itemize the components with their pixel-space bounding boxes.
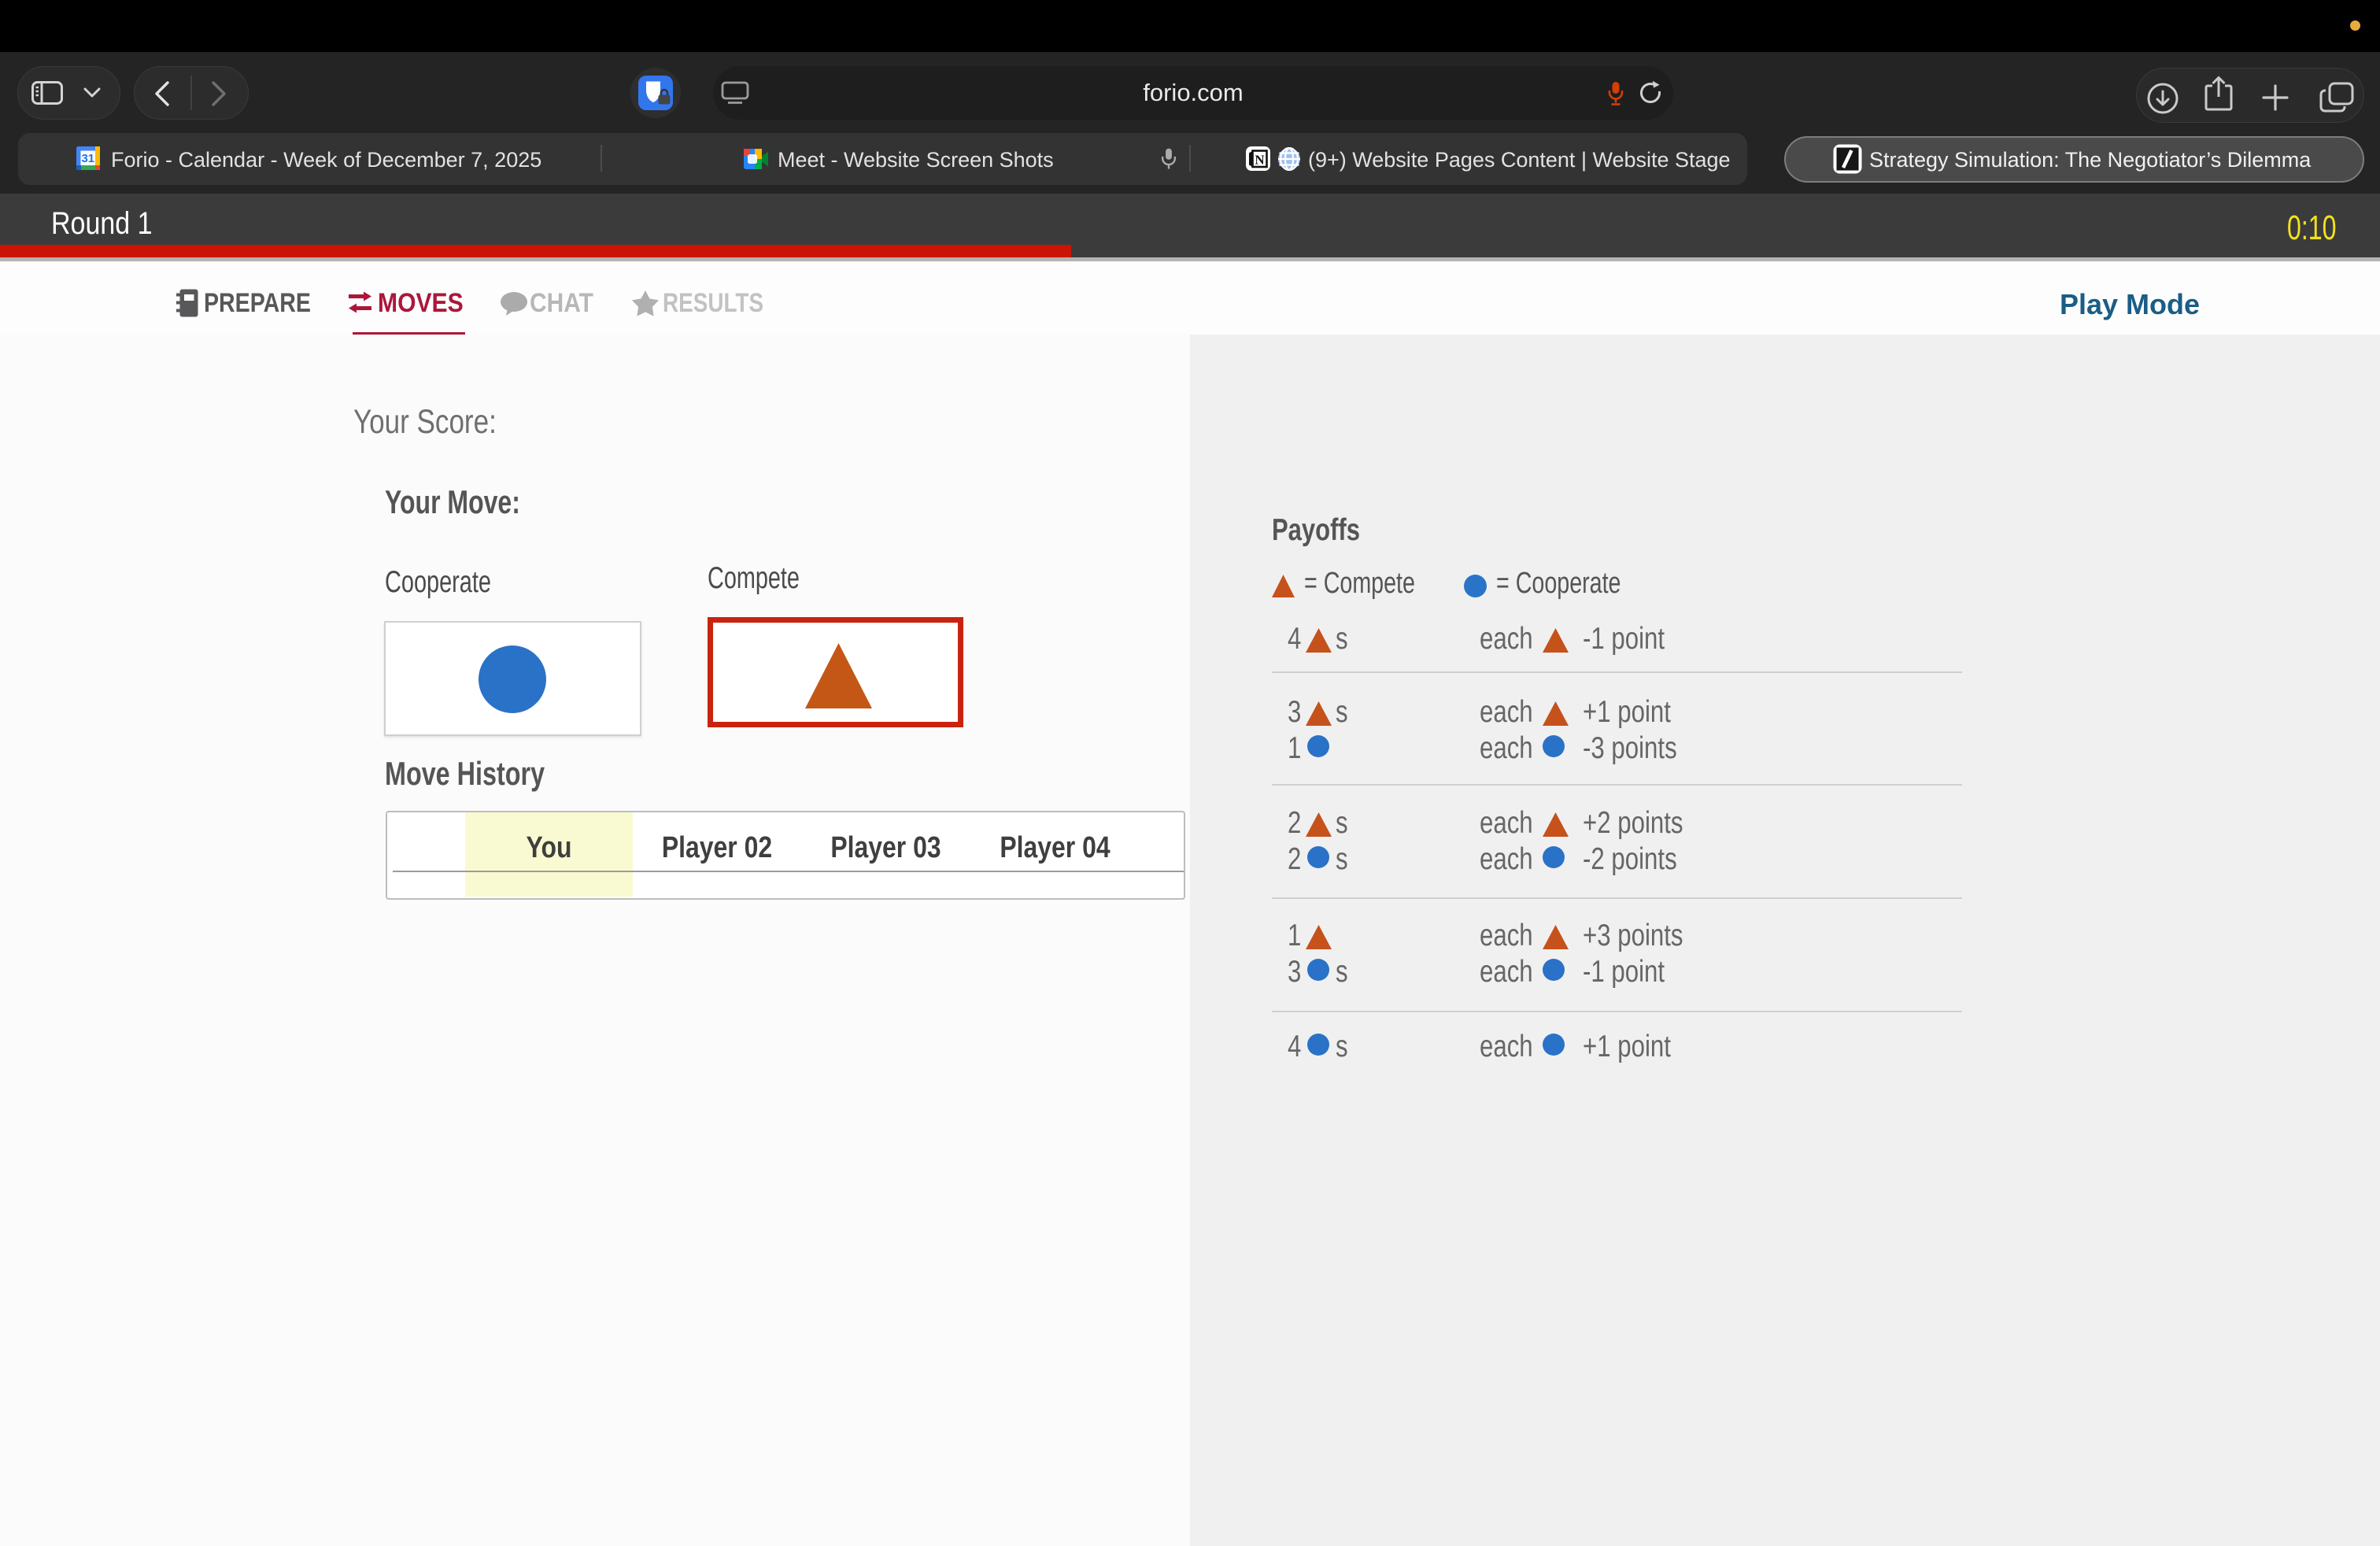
svg-text:31: 31 xyxy=(81,152,94,165)
svg-text:N: N xyxy=(1255,153,1265,168)
